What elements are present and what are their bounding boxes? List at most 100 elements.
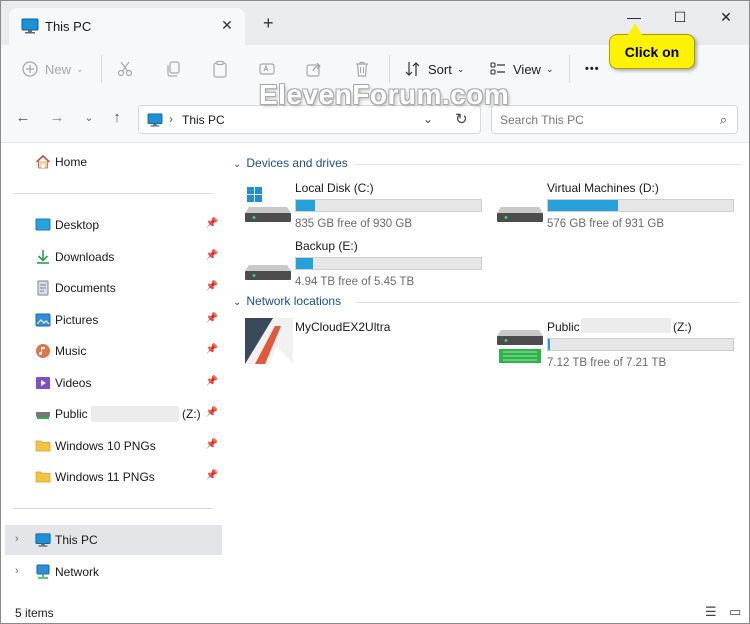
pin-icon[interactable]: 📌 [206,407,218,418]
chevron-down-icon: ⌄ [233,297,242,308]
tab-close-icon[interactable]: ✕ [219,17,235,34]
sidebar-label: Windows 11 PNGs [55,470,155,484]
sidebar-item-home[interactable]: Home [5,147,222,177]
status-bar: 5 items ☰ ▭ [1,598,749,623]
tab-this-pc[interactable]: This PC ✕ [9,8,245,45]
pin-icon[interactable]: 📌 [206,470,218,481]
copy-icon [164,60,182,78]
sidebar-item-pictures[interactable]: Pictures 📌 [5,305,222,335]
home-icon [35,154,51,170]
view-button[interactable]: View ⌄ [489,57,554,81]
drive-usage-fill [296,258,313,269]
delete-button[interactable] [353,57,371,81]
maximize-button[interactable]: ☐ [665,9,695,25]
sort-button[interactable]: Sort ⌄ [404,57,464,81]
sidebar-divider [13,508,213,509]
sidebar-label: Home [55,155,88,169]
documents-icon [35,280,51,296]
this-pc-icon [21,18,39,37]
chevron-down-icon: ⌄ [76,63,84,74]
new-tab-button[interactable]: + [263,14,274,32]
sort-label: Sort [428,61,452,77]
annotation-callout: Click on [609,23,695,69]
back-arrow-icon[interactable]: ← [15,110,31,126]
drive-usage-fill [548,339,551,350]
sort-icon [404,60,422,78]
pin-icon[interactable]: 📌 [206,313,218,324]
redacted-region [581,318,671,333]
drive-virtual-machines-d[interactable]: Virtual Machines (D:) 576 GB free of 931… [497,179,747,233]
chevron-down-icon: ⌄ [545,63,554,74]
drive-free-space: 835 GB free of 930 GB [295,218,412,230]
pin-icon[interactable]: 📌 [206,218,218,229]
close-button[interactable]: ✕ [711,9,741,25]
pin-icon[interactable]: 📌 [206,344,218,355]
sidebar-label: Network [55,565,100,579]
toolbar-divider [569,55,570,83]
drive-usage-bar [547,338,734,351]
sidebar-divider [13,193,213,194]
sidebar-label: Videos [55,376,92,390]
chevron-right-icon[interactable]: › [15,565,19,577]
this-pc-icon [35,532,51,548]
scissors-icon [116,60,134,78]
navigation-pane: Home Desktop 📌 Downloads 📌 Documents 📌 P… [1,144,225,598]
address-dropdown-chevron-icon[interactable]: ⌄ [423,112,433,126]
new-button[interactable]: New ⌄ [21,57,84,81]
pin-icon[interactable]: 📌 [206,439,218,450]
sidebar-item-windows-10-pngs[interactable]: Windows 10 PNGs 📌 [5,431,222,461]
pictures-icon [35,312,51,328]
paste-button[interactable] [211,57,229,81]
hard-drive-icon [245,245,291,286]
hard-drive-icon [497,187,543,228]
item-count: 5 items [15,606,54,620]
clipboard-icon [211,60,229,78]
more-options-button[interactable]: ••• [585,57,600,81]
group-header-network[interactable]: ⌄ Network locations [233,294,341,308]
search-box[interactable]: Search This PC ⌕ [491,105,738,134]
pin-icon[interactable]: 📌 [206,376,218,387]
sidebar-item-windows-11-pngs[interactable]: Windows 11 PNGs 📌 [5,462,222,492]
recent-locations-chevron-icon[interactable]: ⌄ [81,110,97,126]
chevron-right-icon[interactable]: › [15,533,19,545]
refresh-icon[interactable]: ↻ [455,110,468,128]
tiles-view-icon[interactable]: ▭ [729,604,741,620]
rename-button[interactable] [258,57,276,81]
pin-icon[interactable]: 📌 [206,250,218,261]
network-item-mycloudex2ultra[interactable]: MyCloudEX2Ultra [245,318,495,372]
downloads-icon [35,249,51,265]
details-view-icon[interactable]: ☰ [705,604,717,620]
pin-icon[interactable]: 📌 [206,281,218,292]
toolbar-divider [101,55,102,83]
sidebar-item-network[interactable]: › Network [5,557,222,587]
sidebar-label: Downloads [55,250,115,264]
drive-free-space: 576 GB free of 931 GB [547,218,664,230]
network-drive-public-z[interactable]: Public (Z:) 7.12 TB free of 7.21 TB [497,318,747,372]
breadcrumb-chevron-icon[interactable]: › [169,112,173,126]
group-divider [355,164,741,165]
network-drive-icon [35,406,51,422]
sidebar-item-documents[interactable]: Documents 📌 [5,273,222,303]
rename-icon [258,60,276,78]
drive-usage-bar [547,199,734,212]
sidebar-item-desktop[interactable]: Desktop 📌 [5,210,222,240]
group-header-devices[interactable]: ⌄ Devices and drives [233,156,348,170]
sidebar-label: Documents [55,281,116,295]
drive-letter: (Z:) [673,320,692,334]
sidebar-item-downloads[interactable]: Downloads 📌 [5,242,222,272]
sidebar-item-music[interactable]: Music 📌 [5,336,222,366]
cut-button[interactable] [116,57,134,81]
sidebar-item-public-z[interactable]: Public (Z:) 📌 [5,399,222,429]
drive-local-disk-c[interactable]: Local Disk (C:) 835 GB free of 930 GB [245,179,495,233]
copy-button[interactable] [164,57,182,81]
sidebar-item-this-pc[interactable]: › This PC [5,525,222,555]
drive-name: Virtual Machines (D:) [547,181,659,195]
chevron-down-icon: ⌄ [456,63,465,74]
breadcrumb-this-pc[interactable]: This PC [182,113,225,127]
drive-backup-e[interactable]: Backup (E:) 4.94 TB free of 5.45 TB [245,237,495,291]
share-button[interactable] [305,57,323,81]
up-arrow-icon[interactable]: ↑ [109,110,125,126]
forward-arrow-icon[interactable]: → [49,110,65,126]
sidebar-item-videos[interactable]: Videos 📌 [5,368,222,398]
trash-icon [353,60,371,78]
